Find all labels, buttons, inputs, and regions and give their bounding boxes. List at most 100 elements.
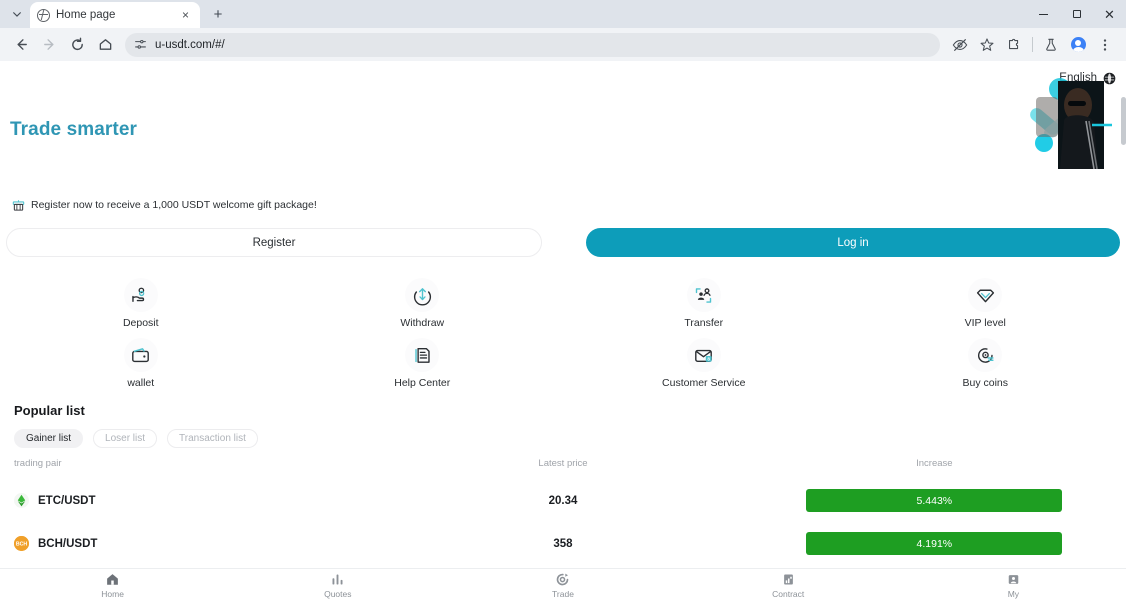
bch-coin-icon: BCH — [14, 536, 29, 551]
column-header-price: Latest price — [538, 458, 588, 469]
bottom-nav-label: Quotes — [324, 589, 352, 599]
bookmark-star-icon[interactable] — [974, 32, 1000, 58]
extensions-puzzle-icon[interactable] — [1001, 32, 1027, 58]
document-help-icon — [405, 338, 440, 372]
action-customer-service[interactable]: 8 Customer Service — [563, 331, 845, 391]
circle-up-arrow-withdraw-icon — [405, 278, 440, 312]
lab-flask-icon[interactable] — [1038, 32, 1064, 58]
browser-window: Home page × + ✕ u-usdt.com/#/ English Tr… — [0, 0, 1126, 602]
browser-tab[interactable]: Home page × — [30, 2, 200, 28]
browser-toolbar: u-usdt.com/#/ — [0, 28, 1126, 61]
bottom-navigation: Home Quotes Trade Contract My — [0, 568, 1126, 602]
url-text: u-usdt.com/#/ — [155, 38, 225, 51]
bottom-nav-trade[interactable]: Trade — [450, 569, 675, 602]
action-wallet[interactable]: wallet — [0, 331, 282, 391]
action-withdraw[interactable]: Withdraw — [282, 271, 564, 331]
increase-cell: 5.443% — [749, 489, 1120, 512]
bottom-nav-label: My — [1007, 589, 1020, 599]
action-label: Deposit — [122, 317, 159, 329]
close-icon[interactable]: × — [178, 8, 193, 23]
increase-badge: 5.443% — [806, 489, 1063, 512]
register-button[interactable]: Register — [6, 228, 542, 257]
pair-cell: ETC/USDT — [6, 493, 377, 508]
tab-strip: Home page × + ✕ — [0, 0, 1126, 28]
action-label: Transfer — [684, 317, 724, 329]
maximize-button[interactable] — [1060, 0, 1093, 28]
table-row[interactable]: ETC/USDT 20.34 5.443% — [6, 479, 1120, 522]
promo-text: Register now to receive a 1,000 USDT wel… — [31, 199, 317, 211]
close-window-button[interactable]: ✕ — [1093, 0, 1126, 28]
wallet-icon — [123, 338, 158, 372]
more-vertical-icon[interactable] — [1092, 32, 1118, 58]
forward-icon — [36, 32, 62, 58]
action-label: Help Center — [394, 377, 451, 389]
action-deposit[interactable]: Deposit — [0, 271, 282, 331]
price-cell: 358 — [553, 537, 573, 550]
person-with-shapes-illustration — [1030, 78, 1112, 170]
incognito-eye-icon[interactable] — [947, 32, 973, 58]
bottom-nav-quotes[interactable]: Quotes — [225, 569, 450, 602]
user-frame-transfer-icon — [686, 278, 721, 312]
action-label: Customer Service — [662, 377, 746, 389]
coin-buy-icon — [968, 338, 1003, 372]
etc-diamond-icon — [14, 493, 29, 508]
action-transfer[interactable]: Transfer — [563, 271, 845, 331]
table-row[interactable]: BCH BCH/USDT 358 4.191% — [6, 522, 1120, 565]
reload-icon[interactable] — [64, 32, 90, 58]
page-scrollbar[interactable] — [1121, 97, 1126, 145]
address-bar[interactable]: u-usdt.com/#/ — [125, 32, 940, 57]
page-title: Trade smarter — [10, 119, 137, 140]
pair-name: BCH/USDT — [38, 537, 98, 550]
back-icon[interactable] — [8, 32, 34, 58]
action-help-center[interactable]: Help Center — [282, 331, 564, 391]
bottom-nav-my[interactable]: My — [901, 569, 1126, 602]
tab-search-chevron-icon[interactable] — [4, 1, 30, 27]
action-label: VIP level — [964, 317, 1006, 329]
profile-avatar-icon[interactable] — [1065, 32, 1091, 58]
quick-actions-grid: Deposit Withdraw Transfer VIP level wall… — [0, 257, 1126, 391]
pair-name: ETC/USDT — [38, 494, 96, 507]
increase-cell: 4.191% — [749, 532, 1120, 555]
bottom-nav-home[interactable]: Home — [0, 569, 225, 602]
tab-transaction-list[interactable]: Transaction list — [167, 429, 258, 448]
popular-list-title: Popular list — [14, 403, 85, 418]
page-viewport: English Trade smarter Register now to re… — [0, 61, 1126, 602]
increase-badge: 4.191% — [806, 532, 1063, 555]
bottom-nav-label: Trade — [552, 589, 574, 599]
action-buy-coins[interactable]: Buy coins — [845, 331, 1126, 391]
hero-section: Trade smarter — [0, 78, 1126, 194]
bottom-nav-contract[interactable]: Contract — [676, 569, 901, 602]
toolbar-actions — [947, 32, 1118, 58]
action-vip-level[interactable]: VIP level — [845, 271, 1126, 331]
column-header-pair: trading pair — [14, 458, 62, 469]
site-settings-icon[interactable] — [134, 38, 147, 51]
bar-chart-icon — [332, 574, 343, 585]
language-switcher[interactable]: English — [0, 61, 1126, 89]
toolbar-divider — [1032, 37, 1033, 52]
tab-title: Home page — [56, 9, 116, 21]
my-account-icon — [1008, 575, 1019, 584]
minimize-button[interactable] — [1027, 0, 1060, 28]
new-tab-button[interactable]: + — [205, 1, 231, 27]
bottom-nav-label: Home — [101, 589, 124, 599]
tab-loser-list[interactable]: Loser list — [93, 429, 158, 448]
action-label: wallet — [127, 377, 155, 389]
login-button[interactable]: Log in — [586, 228, 1120, 257]
bottom-nav-label: Contract — [772, 589, 805, 599]
price-cell: 20.34 — [548, 494, 578, 507]
gift-box-icon — [12, 199, 25, 211]
action-label: Buy coins — [962, 377, 1009, 389]
column-header-increase: Increase — [916, 458, 953, 469]
window-controls: ✕ — [1027, 0, 1126, 28]
trade-swap-icon — [557, 573, 569, 586]
home-icon[interactable] — [92, 32, 118, 58]
popular-list-tabs: Gainer list Loser list Transaction list — [14, 418, 1116, 448]
svg-text:8: 8 — [708, 356, 711, 362]
contract-icon — [783, 574, 793, 585]
popular-list-section: Popular list Gainer list Loser list Tran… — [0, 391, 1126, 448]
action-label: Withdraw — [400, 317, 445, 329]
svg-text:BCH: BCH — [16, 542, 28, 548]
diamond-vip-icon — [968, 278, 1003, 312]
envelope-support-icon: 8 — [686, 338, 721, 372]
tab-gainer-list[interactable]: Gainer list — [14, 429, 84, 448]
